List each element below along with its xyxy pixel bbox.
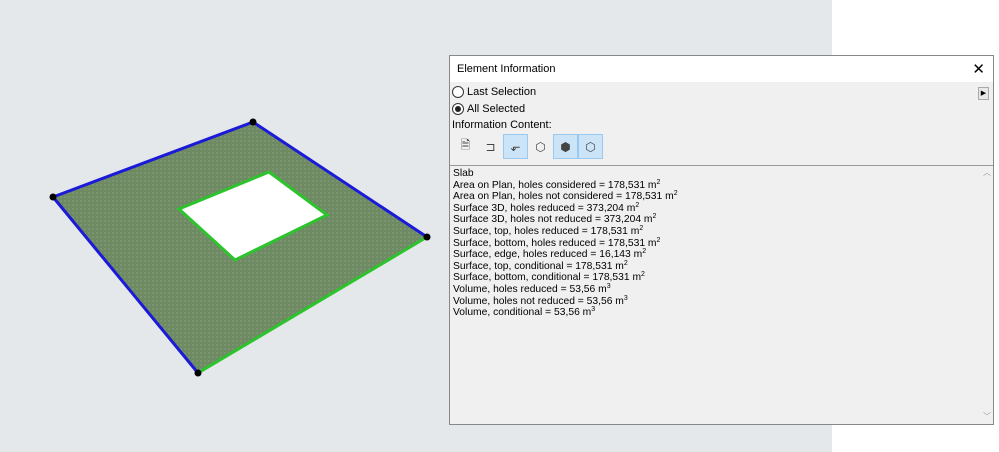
info-line: Volume, conditional = 53,56 m3 <box>453 306 990 319</box>
3d-box-icon: ⬡ <box>535 139 546 154</box>
radio-all-selected[interactable]: All Selected <box>452 103 525 115</box>
document-icon: 🗎 <box>460 138 471 152</box>
3d-surface-button[interactable]: ⬢ <box>553 134 578 159</box>
radio-button[interactable] <box>452 86 464 98</box>
info-line: Surface, bottom, conditional = 178,531 m… <box>453 271 990 284</box>
plan-element-icon: ⊐ <box>485 139 496 154</box>
element-information-dialog: Element Information ✕ Last Selection All… <box>449 55 994 425</box>
info-text: Area on Plan, holes considered = 178,531… <box>453 179 657 191</box>
dialog-title: Element Information <box>450 56 993 82</box>
radio-label: Last Selection <box>467 86 537 98</box>
info-content-toolbar: 🗎 ⊐ ⬐ ⬡ ⬢ ⬡ <box>453 134 603 159</box>
info-text: Volume, holes reduced = 53,56 m <box>453 283 607 295</box>
info-text: Surface, bottom, holes reduced = 178,531… <box>453 237 657 249</box>
plan-area-icon: ⬐ <box>510 139 521 154</box>
info-text: Area on Plan, holes not considered = 178… <box>453 191 674 203</box>
info-line: Area on Plan, holes not considered = 178… <box>453 190 990 203</box>
information-list: Slab Area on Plan, holes considered = 178… <box>450 165 993 424</box>
info-text: Surface, edge, holes reduced = 16,143 m <box>453 249 643 261</box>
info-line: Area on Plan, holes considered = 178,531… <box>453 178 990 192</box>
unit-exponent: 2 <box>656 236 661 244</box>
unit-exponent: 2 <box>656 178 661 186</box>
plan-element-button[interactable]: ⊐ <box>478 134 503 159</box>
unit-exponent: 2 <box>623 259 628 267</box>
radio-last-selection[interactable]: Last Selection <box>452 86 536 98</box>
unit-exponent: 2 <box>639 224 644 232</box>
3d-box-button[interactable]: ⬡ <box>528 134 553 159</box>
unit-exponent: 3 <box>591 306 596 314</box>
info-text: Volume, conditional = 53,56 m <box>453 307 592 319</box>
plan-area-button[interactable]: ⬐ <box>503 134 528 159</box>
unit-exponent: 2 <box>652 213 657 221</box>
info-line: Surface, edge, holes reduced = 16,143 m2 <box>453 248 990 261</box>
unit-exponent: 2 <box>635 201 640 209</box>
info-text: Surface, bottom, conditional = 178,531 m <box>453 272 642 284</box>
info-text: Surface, top, conditional = 178,531 m <box>453 260 624 272</box>
unit-exponent: 3 <box>606 282 611 290</box>
radio-label: All Selected <box>467 103 526 115</box>
info-line: Surface, bottom, holes reduced = 178,531… <box>453 236 990 250</box>
scrollbar[interactable]: ︿ ﹀ <box>981 165 993 424</box>
info-text: Surface 3D, holes not reduced = 373,204 … <box>453 214 653 226</box>
3d-volume-icon: ⬡ <box>585 139 596 154</box>
info-line: Volume, holes not reduced = 53,56 m3 <box>453 294 990 308</box>
info-text: Volume, holes not reduced = 53,56 m <box>453 295 624 307</box>
unit-exponent: 2 <box>642 248 647 256</box>
info-line: Volume, holes reduced = 53,56 m3 <box>453 282 990 296</box>
info-text: Surface, top, holes reduced = 178,531 m <box>453 225 640 237</box>
radio-button[interactable] <box>452 103 464 115</box>
3d-surface-icon: ⬢ <box>560 139 571 154</box>
information-content-label: Information Content: <box>452 119 552 131</box>
info-line: Surface, top, holes reduced = 178,531 m2 <box>453 224 990 238</box>
info-line: Surface 3D, holes not reduced = 373,204 … <box>453 213 990 226</box>
info-line: Slab <box>453 168 990 180</box>
unit-exponent: 2 <box>641 271 645 279</box>
expand-arrow-icon[interactable]: ▶ <box>978 87 989 100</box>
document-button[interactable]: 🗎 <box>453 134 478 159</box>
close-icon[interactable]: ✕ <box>972 60 985 78</box>
info-text: Slab <box>453 168 474 179</box>
info-text: Surface 3D, holes reduced = 373,204 m <box>453 202 636 214</box>
info-line: Surface, top, conditional = 178,531 m2 <box>453 259 990 273</box>
unit-exponent: 2 <box>673 190 678 198</box>
info-line: Surface 3D, holes reduced = 373,204 m2 <box>453 201 990 215</box>
3d-volume-button[interactable]: ⬡ <box>578 134 603 159</box>
unit-exponent: 3 <box>623 294 628 302</box>
